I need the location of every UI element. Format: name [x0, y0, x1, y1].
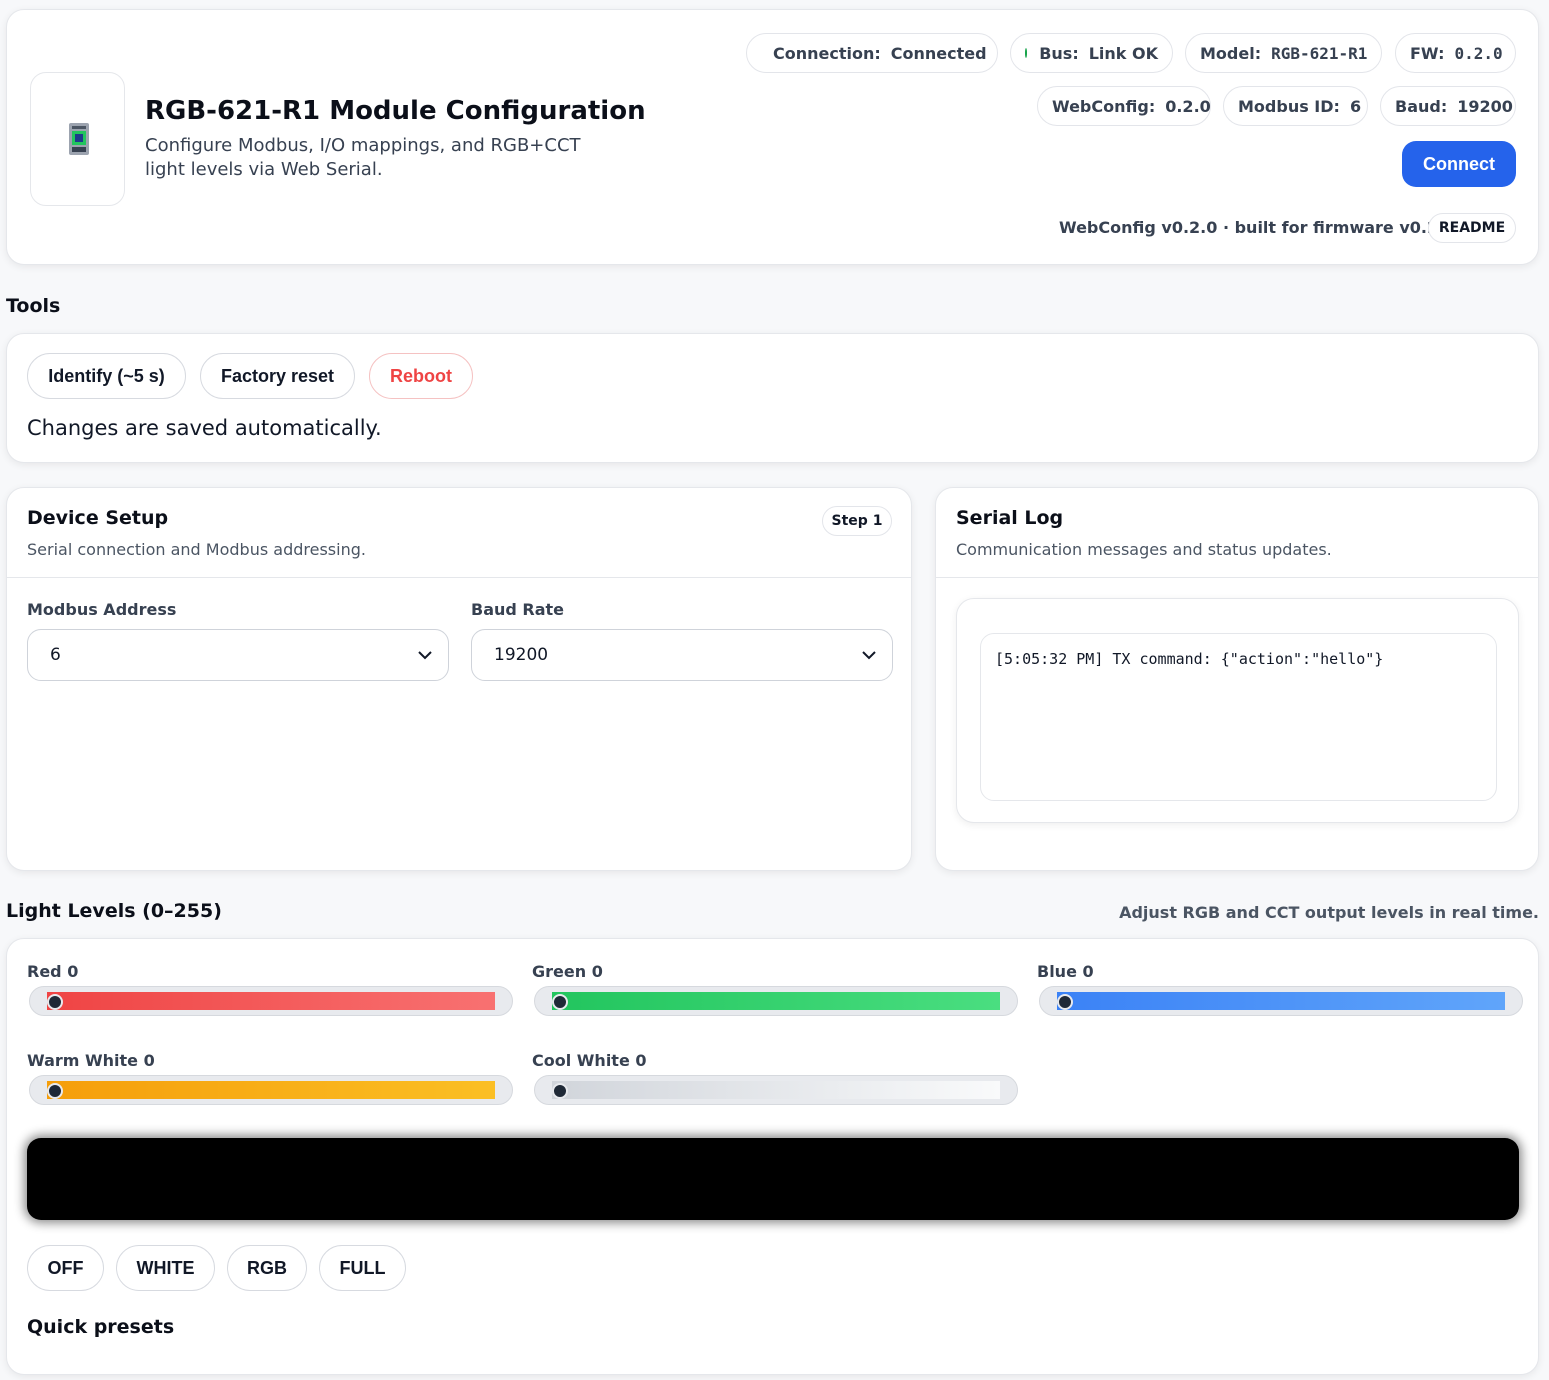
serial-log-output[interactable]: [5:05:32 PM] TX command: {"action":"hell… [980, 633, 1497, 801]
warm-white-slider-label: Warm White 0 [27, 1051, 155, 1070]
serial-log-subtitle: Communication messages and status update… [956, 540, 1332, 559]
preset-rgb-button[interactable]: RGB [227, 1245, 307, 1291]
divider [7, 577, 911, 578]
bus-status-dot-icon [1025, 48, 1028, 58]
chevron-down-icon [418, 651, 432, 660]
blue-slider-label: Blue 0 [1037, 962, 1094, 981]
page-title: RGB-621-R1 Module Configuration [145, 96, 646, 126]
autosave-note: Changes are saved automatically. [27, 416, 382, 440]
page-subtitle-line1: Configure Modbus, I/O mappings, and RGB+… [145, 135, 581, 156]
modbus-id-badge: Modbus ID: 6 [1223, 86, 1368, 126]
device-setup-subtitle: Serial connection and Modbus addressing. [27, 540, 366, 559]
quick-presets-title: Quick presets [27, 1316, 175, 1338]
red-slider-fill [47, 992, 495, 1010]
tools-card: Identify (~5 s) Factory reset Reboot Cha… [6, 333, 1539, 463]
readme-button[interactable]: README [1428, 213, 1516, 243]
green-slider-fill [552, 992, 1000, 1010]
serial-log-frame: [5:05:32 PM] TX command: {"action":"hell… [956, 598, 1519, 823]
model-badge: Model: RGB-621-R1 [1185, 33, 1382, 73]
firmware-badge: FW: 0.2.0 [1395, 33, 1516, 73]
cool-white-slider[interactable] [534, 1075, 1018, 1105]
identify-button[interactable]: Identify (~5 s) [27, 353, 186, 399]
reboot-button[interactable]: Reboot [369, 353, 473, 399]
cool-white-slider-fill [552, 1081, 1000, 1099]
log-line: [5:05:32 PM] TX command: {"action":"hell… [995, 650, 1384, 668]
baud-rate-select[interactable]: 19200 [471, 629, 893, 681]
build-info: WebConfig v0.2.0 · built for firmware v0… [1059, 218, 1456, 237]
red-slider-label: Red 0 [27, 962, 79, 981]
red-slider-knob[interactable] [47, 994, 63, 1010]
device-setup-card: Device Setup Step 1 Serial connection an… [6, 487, 912, 871]
light-levels-title: Light Levels (0–255) [6, 900, 222, 922]
warm-white-slider-fill [47, 1081, 495, 1099]
baud-badge: Baud: 19200 [1380, 86, 1516, 126]
chevron-down-icon [862, 651, 876, 660]
blue-slider-knob[interactable] [1057, 994, 1073, 1010]
modbus-address-label: Modbus Address [27, 600, 177, 619]
blue-slider[interactable] [1039, 986, 1523, 1016]
green-slider[interactable] [534, 986, 1018, 1016]
color-preview [27, 1138, 1519, 1220]
module-chip-icon [69, 123, 89, 155]
warm-white-slider-knob[interactable] [47, 1083, 63, 1099]
red-slider[interactable] [29, 986, 513, 1016]
step-badge: Step 1 [822, 506, 892, 536]
green-slider-label: Green 0 [532, 962, 603, 981]
serial-log-card: Serial Log Communication messages and st… [935, 487, 1539, 871]
bus-status-badge: Bus: Link OK [1010, 33, 1173, 73]
cool-white-slider-label: Cool White 0 [532, 1051, 647, 1070]
preset-white-button[interactable]: WHITE [116, 1245, 215, 1291]
divider [936, 577, 1538, 578]
page-subtitle-line2: light levels via Web Serial. [145, 159, 383, 180]
connection-status-badge: Connection: Connected [746, 33, 998, 73]
baud-rate-label: Baud Rate [471, 600, 565, 619]
light-levels-hint: Adjust RGB and CCT output levels in real… [1119, 903, 1539, 922]
modbus-address-select[interactable]: 6 [27, 629, 449, 681]
connect-button[interactable]: Connect [1402, 141, 1516, 187]
warm-white-slider[interactable] [29, 1075, 513, 1105]
serial-log-title: Serial Log [956, 507, 1064, 529]
factory-reset-button[interactable]: Factory reset [200, 353, 355, 399]
cool-white-slider-knob[interactable] [552, 1083, 568, 1099]
blue-slider-fill [1057, 992, 1505, 1010]
device-icon-tile [30, 72, 125, 206]
preset-off-button[interactable]: OFF [27, 1245, 104, 1291]
light-levels-card: Red 0 Green 0 Blue 0 Warm White 0 Cool W… [6, 938, 1539, 1375]
webconfig-badge: WebConfig: 0.2.0 [1037, 86, 1211, 126]
green-slider-knob[interactable] [552, 994, 568, 1010]
device-setup-title: Device Setup [27, 507, 169, 529]
tools-section-title: Tools [6, 295, 61, 317]
preset-full-button[interactable]: FULL [319, 1245, 406, 1291]
